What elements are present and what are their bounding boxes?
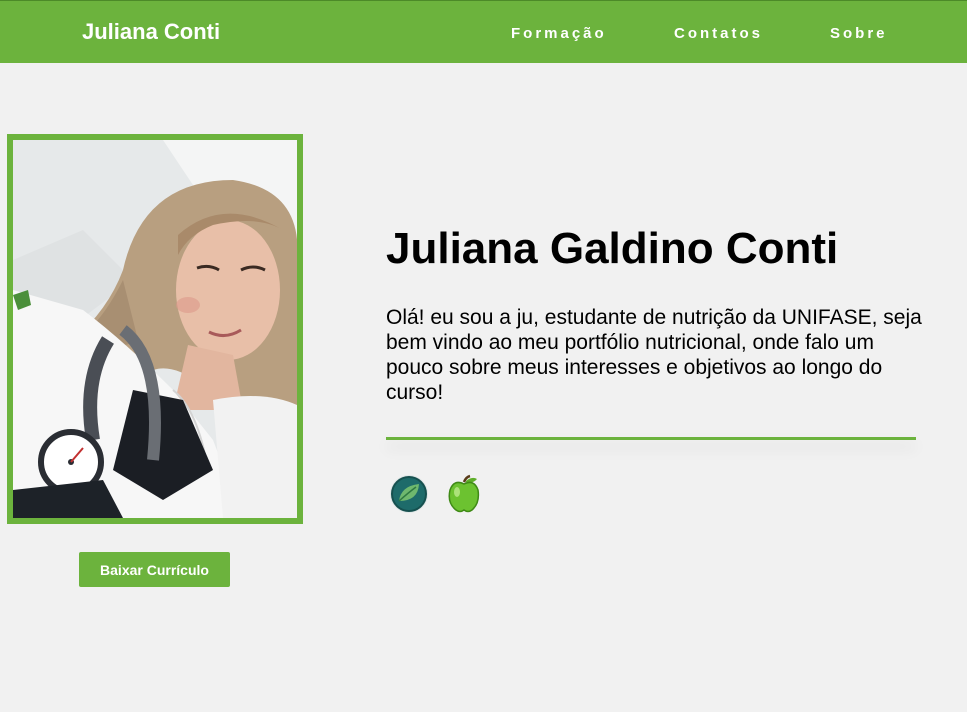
nav-link-contatos[interactable]: Contatos xyxy=(674,25,763,42)
page-title: Juliana Galdino Conti xyxy=(386,224,839,273)
top-navbar: Juliana Conti Formação Contatos Sobre xyxy=(0,0,967,63)
profile-photo xyxy=(13,140,297,518)
brand-link[interactable]: Juliana Conti xyxy=(82,19,220,45)
intro-text: Olá! eu sou a ju, estudante de nutrição … xyxy=(386,306,922,404)
apple-icon[interactable] xyxy=(444,473,486,515)
divider xyxy=(386,437,916,440)
download-resume-button[interactable]: Baixar Currículo xyxy=(79,552,230,587)
profile-photo-frame xyxy=(7,134,303,524)
nav-link-sobre[interactable]: Sobre xyxy=(830,25,888,42)
nav-link-formacao[interactable]: Formação xyxy=(511,25,607,42)
leaf-icon[interactable] xyxy=(388,473,430,515)
